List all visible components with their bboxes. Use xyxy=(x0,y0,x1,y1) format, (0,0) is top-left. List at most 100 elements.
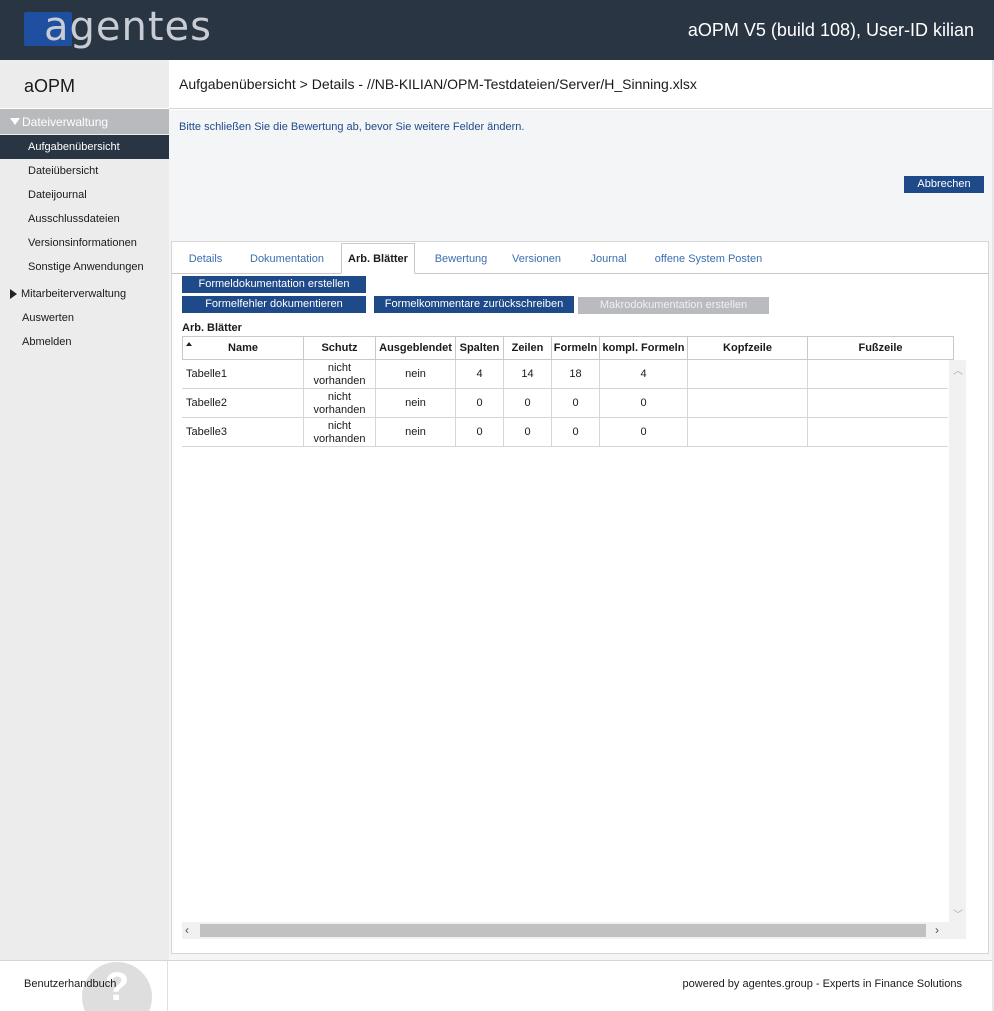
cell-spalten: 0 xyxy=(456,418,504,447)
cell-fusszeile xyxy=(808,418,948,447)
cell-kompl-formeln: 0 xyxy=(600,418,688,447)
tab-offene-system-posten[interactable]: offene System Posten xyxy=(648,243,769,274)
create-macro-doc-button: Makrodokumentation erstellen xyxy=(578,297,769,314)
tab-label: Journal xyxy=(590,252,627,265)
app-header: agentes aOPM V5 (build 108), User-ID kil… xyxy=(0,0,994,60)
column-header-label: Name xyxy=(228,342,258,354)
nav-item-dateiuebersicht[interactable]: Dateiübersicht xyxy=(0,159,169,183)
nav-group-label: Dateiverwaltung xyxy=(22,114,109,129)
nav-group-label: Mitarbeiterverwaltung xyxy=(21,287,127,300)
vertical-scrollbar[interactable] xyxy=(949,360,966,922)
nav-group-mitarbeiterverwaltung[interactable]: Mitarbeiterverwaltung xyxy=(0,281,169,306)
nav-item-dateijournal[interactable]: Dateijournal xyxy=(0,183,169,207)
user-manual-link[interactable]: Benutzerhandbuch xyxy=(24,978,116,990)
nav-item-sonstige-anwendungen[interactable]: Sonstige Anwendungen xyxy=(0,255,169,279)
column-header-ausgeblendet[interactable]: Ausgeblendet xyxy=(376,336,456,360)
sheets-table: Name Schutz Ausgeblendet Spalten Zeilen … xyxy=(182,336,954,447)
cell-name: Tabelle2 xyxy=(182,389,304,418)
scroll-down-icon[interactable]: ﹀ xyxy=(953,906,963,921)
app-title: aOPM V5 (build 108), User-ID kilian xyxy=(687,20,974,40)
document-formula-errors-button[interactable]: Formelfehler dokumentieren xyxy=(182,296,366,313)
cell-zeilen: 0 xyxy=(504,418,552,447)
column-header-formeln[interactable]: Formeln xyxy=(552,336,600,360)
column-header-label: kompl. Formeln xyxy=(602,342,685,354)
create-formula-doc-button[interactable]: Formeldokumentation erstellen xyxy=(182,276,366,293)
nav-item-label: Aufgabenübersicht xyxy=(28,141,120,153)
nav-item-label: Dateiübersicht xyxy=(28,165,99,177)
nav-item-abmelden[interactable]: Abmelden xyxy=(0,330,169,354)
column-header-kompl-formeln[interactable]: kompl. Formeln xyxy=(600,336,688,360)
sheets-section-title: Arb. Blätter xyxy=(182,322,242,334)
scroll-up-icon[interactable]: ︿ xyxy=(953,362,963,377)
cell-ausgeblendet: nein xyxy=(376,360,456,389)
tab-label: Details xyxy=(188,252,223,265)
sort-ascending-icon xyxy=(186,342,192,346)
cell-formeln: 0 xyxy=(552,418,600,447)
cell-fusszeile xyxy=(808,389,948,418)
table-row[interactable]: Tabelle1 nicht vorhanden nein 4 14 18 4 xyxy=(182,360,948,389)
logo-text: agentes xyxy=(44,4,212,50)
table-row[interactable]: Tabelle2 nicht vorhanden nein 0 0 0 0 xyxy=(182,389,948,418)
tab-label: Dokumentation xyxy=(250,252,324,265)
cell-kopfzeile xyxy=(688,418,808,447)
nav-item-label: Sonstige Anwendungen xyxy=(28,261,144,273)
cell-formeln: 18 xyxy=(552,360,600,389)
tab-label: Arb. Blätter xyxy=(348,252,408,265)
cell-kopfzeile xyxy=(688,360,808,389)
tab-versionen[interactable]: Versionen xyxy=(505,243,568,274)
write-back-formula-comments-button[interactable]: Formelkommentare zurückschreiben xyxy=(374,296,574,313)
tab-details[interactable]: Details xyxy=(178,243,233,274)
cell-spalten: 0 xyxy=(456,389,504,418)
column-header-label: Ausgeblendet xyxy=(379,342,452,354)
collapsed-triangle-icon xyxy=(10,288,17,299)
tab-dokumentation[interactable]: Dokumentation xyxy=(244,243,330,274)
agentes-logo[interactable]: agentes xyxy=(22,4,211,50)
nav-item-label: Ausschlussdateien xyxy=(28,213,120,225)
breadcrumb: Aufgabenübersicht > Details - //NB-KILIA… xyxy=(179,76,697,92)
tab-label: Bewertung xyxy=(434,252,488,265)
column-header-label: Spalten xyxy=(459,342,500,354)
cell-fusszeile xyxy=(808,360,948,389)
info-message: Bitte schließen Sie die Bewertung ab, be… xyxy=(179,121,525,133)
nav-item-label: Versionsinformationen xyxy=(28,237,137,249)
column-header-label: Kopfzeile xyxy=(723,342,772,354)
cell-schutz: nicht vorhanden xyxy=(304,360,376,389)
cell-ausgeblendet: nein xyxy=(376,418,456,447)
powered-by-text: powered by agentes.group - Experts in Fi… xyxy=(682,978,962,990)
cell-spalten: 4 xyxy=(456,360,504,389)
sidebar-app-name: aOPM xyxy=(24,76,76,96)
column-header-spalten[interactable]: Spalten xyxy=(456,336,504,360)
cell-zeilen: 0 xyxy=(504,389,552,418)
nav-item-ausschlussdateien[interactable]: Ausschlussdateien xyxy=(0,207,169,231)
column-header-name[interactable]: Name xyxy=(182,336,304,360)
table-row[interactable]: Tabelle3 nicht vorhanden nein 0 0 0 0 xyxy=(182,418,948,447)
cell-name: Tabelle3 xyxy=(182,418,304,447)
cell-kompl-formeln: 0 xyxy=(600,389,688,418)
cell-schutz: nicht vorhanden xyxy=(304,418,376,447)
scroll-right-icon[interactable]: › xyxy=(935,923,939,937)
cell-kompl-formeln: 4 xyxy=(600,360,688,389)
column-header-schutz[interactable]: Schutz xyxy=(304,336,376,360)
tab-bewertung[interactable]: Bewertung xyxy=(427,243,495,274)
scroll-left-icon[interactable]: ‹ xyxy=(185,923,189,937)
nav-item-label: Abmelden xyxy=(22,336,72,348)
column-header-label: Fußzeile xyxy=(858,342,903,354)
column-header-kopfzeile[interactable]: Kopfzeile xyxy=(688,336,808,360)
column-header-label: Schutz xyxy=(321,342,358,354)
cell-ausgeblendet: nein xyxy=(376,389,456,418)
column-header-fusszeile[interactable]: Fußzeile xyxy=(808,336,954,360)
nav-item-aufgabenuebersicht[interactable]: Aufgabenübersicht xyxy=(0,135,169,159)
expanded-triangle-icon xyxy=(10,118,20,125)
tab-label: Versionen xyxy=(512,252,561,265)
column-header-label: Formeln xyxy=(553,342,598,354)
nav-item-auswerten[interactable]: Auswerten xyxy=(0,306,169,330)
column-header-zeilen[interactable]: Zeilen xyxy=(504,336,552,360)
nav-group-dateiverwaltung[interactable]: Dateiverwaltung xyxy=(0,109,169,134)
cell-zeilen: 14 xyxy=(504,360,552,389)
nav-item-versionsinformationen[interactable]: Versionsinformationen xyxy=(0,231,169,255)
cancel-button[interactable]: Abbrechen xyxy=(904,176,984,193)
horizontal-scrollbar-thumb[interactable] xyxy=(200,924,926,937)
tab-journal[interactable]: Journal xyxy=(582,243,635,274)
cell-kopfzeile xyxy=(688,389,808,418)
tab-arb-blaetter[interactable]: Arb. Blätter xyxy=(341,243,415,274)
